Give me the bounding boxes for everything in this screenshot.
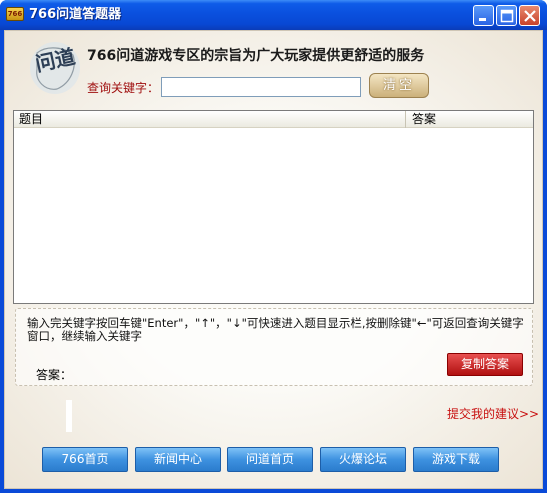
blank-marker	[66, 400, 72, 432]
minimize-icon	[479, 18, 486, 21]
column-header-question[interactable]: 题目	[14, 111, 406, 128]
app-window: 766 766问道答题器 问道 766问道游戏专区的宗旨为广大玩家提供更舒适的服…	[0, 0, 547, 493]
window-title: 766问道答题器	[29, 7, 122, 22]
client-area: 问道 766问道游戏专区的宗旨为广大玩家提供更舒适的服务 查询关键字： 清空 题…	[4, 30, 543, 489]
keyword-search-input[interactable]	[161, 77, 361, 97]
title-bar[interactable]: 766 766问道答题器	[0, 0, 547, 30]
submit-suggestion-link[interactable]: 提交我的建议>>	[447, 405, 539, 422]
column-header-answer[interactable]: 答案	[407, 111, 533, 128]
nav-button-news-center[interactable]: 新闻中心	[135, 447, 221, 472]
headline: 766问道游戏专区的宗旨为广大玩家提供更舒适的服务	[87, 48, 425, 64]
answer-label: 答案：	[36, 368, 73, 382]
query-label: 查询关键字：	[87, 81, 160, 95]
hint-text: 输入完关键字按回车键"Enter"，"↑"，"↓"可快速进入题目显示栏,按删除键…	[27, 316, 524, 343]
background-panel: 问道 766问道游戏专区的宗旨为广大玩家提供更舒适的服务 查询关键字： 清空 题…	[5, 31, 542, 488]
nav-button-game-download[interactable]: 游戏下载	[413, 447, 499, 472]
minimize-button[interactable]	[473, 5, 494, 26]
question-answer-table[interactable]: 题目 答案	[13, 110, 534, 304]
maximize-icon	[500, 9, 514, 23]
clear-button[interactable]: 清空	[369, 73, 429, 98]
nav-button-forum[interactable]: 火爆论坛	[320, 447, 406, 472]
close-button[interactable]	[519, 5, 540, 26]
table-header: 题目 答案	[14, 111, 533, 128]
maximize-button[interactable]	[496, 5, 517, 26]
copy-answer-button[interactable]: 复制答案	[447, 353, 523, 376]
app-logo-icon: 766	[6, 7, 24, 21]
wendao-seal-logo: 问道	[30, 42, 80, 94]
nav-button-766-home[interactable]: 766首页	[42, 447, 128, 472]
nav-button-wendao-home[interactable]: 问道首页	[227, 447, 313, 472]
close-icon	[524, 10, 536, 22]
